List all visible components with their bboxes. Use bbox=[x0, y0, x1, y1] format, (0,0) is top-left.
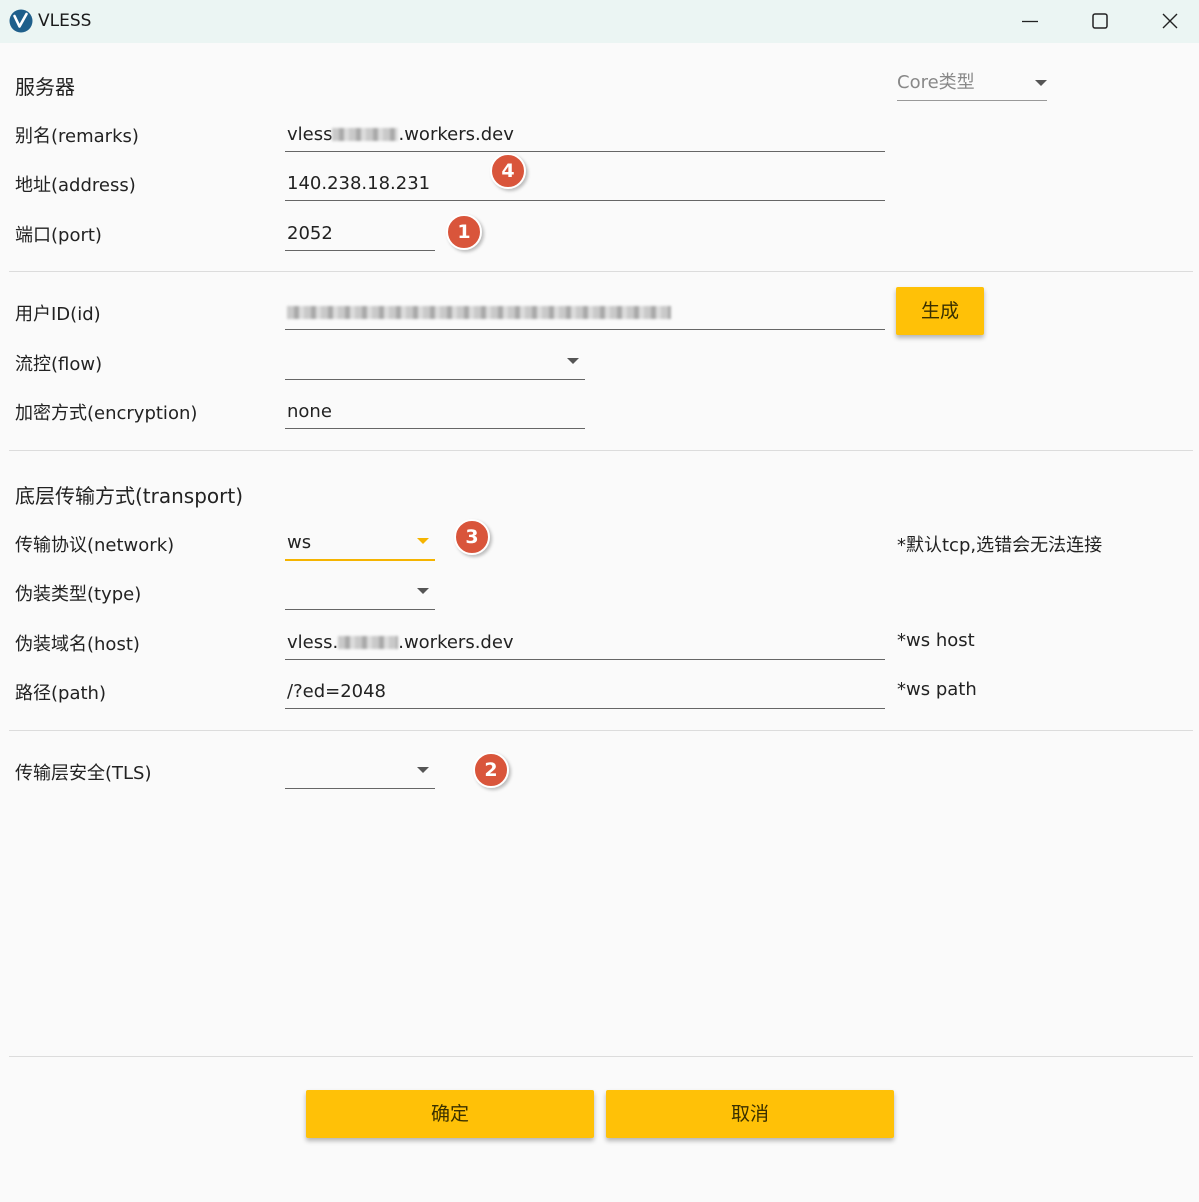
network-value: ws bbox=[287, 532, 312, 553]
host-prefix: vless. bbox=[287, 632, 339, 653]
divider bbox=[9, 271, 1193, 272]
path-label: 路径(path) bbox=[15, 683, 106, 704]
host-input[interactable]: vless. .workers.dev bbox=[285, 619, 885, 660]
host-hint: *ws host bbox=[897, 630, 975, 651]
chevron-down-icon bbox=[1035, 80, 1047, 86]
encryption-label: 加密方式(encryption) bbox=[15, 403, 198, 424]
chevron-down-icon bbox=[417, 538, 429, 544]
type-label: 伪装类型(type) bbox=[15, 584, 142, 605]
minimize-icon bbox=[1022, 20, 1038, 23]
divider bbox=[9, 1056, 1193, 1057]
redacted-text bbox=[338, 636, 399, 649]
annotation-badge-4: 4 bbox=[490, 153, 526, 189]
address-input[interactable]: 140.238.18.231 bbox=[285, 160, 885, 201]
annotation-badge-3: 3 bbox=[454, 519, 490, 555]
chevron-down-icon bbox=[567, 358, 579, 364]
encryption-value: none bbox=[287, 401, 332, 422]
confirm-button[interactable]: 确定 bbox=[306, 1090, 594, 1138]
divider bbox=[9, 450, 1193, 451]
core-type-select[interactable]: Core类型 bbox=[897, 66, 1047, 101]
flow-select[interactable] bbox=[285, 339, 585, 380]
port-value: 2052 bbox=[287, 223, 333, 244]
encryption-input[interactable]: none bbox=[285, 388, 585, 429]
minimize-button[interactable] bbox=[995, 0, 1065, 43]
generate-button[interactable]: 生成 bbox=[896, 287, 984, 335]
annotation-badge-1: 1 bbox=[446, 214, 482, 250]
close-button[interactable] bbox=[1135, 0, 1199, 43]
chevron-down-icon bbox=[417, 767, 429, 773]
remarks-input[interactable]: vless .workers.dev bbox=[285, 111, 885, 152]
transport-section-title: 底层传输方式(transport) bbox=[15, 484, 244, 508]
chevron-down-icon bbox=[417, 588, 429, 594]
type-select[interactable] bbox=[285, 569, 435, 610]
path-input[interactable]: /?ed=2048 bbox=[285, 668, 885, 709]
address-label: 地址(address) bbox=[15, 175, 136, 196]
remarks-prefix: vless bbox=[287, 124, 333, 145]
tls-label: 传输层安全(TLS) bbox=[15, 763, 152, 784]
path-value: /?ed=2048 bbox=[287, 681, 387, 702]
host-label: 伪装域名(host) bbox=[15, 634, 140, 655]
maximize-icon bbox=[1092, 13, 1108, 29]
path-hint: *ws path bbox=[897, 679, 977, 700]
port-label: 端口(port) bbox=[15, 225, 102, 246]
flow-label: 流控(flow) bbox=[15, 354, 103, 375]
v2rayn-logo-icon bbox=[9, 9, 33, 33]
address-value: 140.238.18.231 bbox=[287, 173, 431, 194]
redacted-text bbox=[287, 306, 671, 319]
server-section-title: 服务器 bbox=[15, 75, 75, 99]
divider bbox=[9, 730, 1193, 731]
annotation-badge-2: 2 bbox=[473, 752, 509, 788]
core-type-placeholder: Core类型 bbox=[897, 72, 975, 93]
remarks-label: 别名(remarks) bbox=[15, 126, 139, 147]
host-suffix: .workers.dev bbox=[398, 632, 514, 653]
close-icon bbox=[1162, 13, 1178, 29]
title-bar: VLESS bbox=[0, 0, 1199, 43]
user-id-label: 用户ID(id) bbox=[15, 304, 101, 325]
network-label: 传输协议(network) bbox=[15, 535, 175, 556]
window-title: VLESS bbox=[38, 11, 92, 31]
cancel-button[interactable]: 取消 bbox=[606, 1090, 894, 1138]
network-select[interactable]: ws bbox=[285, 519, 435, 561]
network-hint: *默认tcp,选错会无法连接 bbox=[897, 535, 1103, 556]
user-id-input[interactable] bbox=[285, 289, 885, 330]
tls-select[interactable] bbox=[285, 748, 435, 789]
remarks-suffix: .workers.dev bbox=[398, 124, 514, 145]
port-input[interactable]: 2052 bbox=[285, 210, 435, 251]
maximize-button[interactable] bbox=[1065, 0, 1135, 43]
redacted-text bbox=[332, 128, 399, 141]
